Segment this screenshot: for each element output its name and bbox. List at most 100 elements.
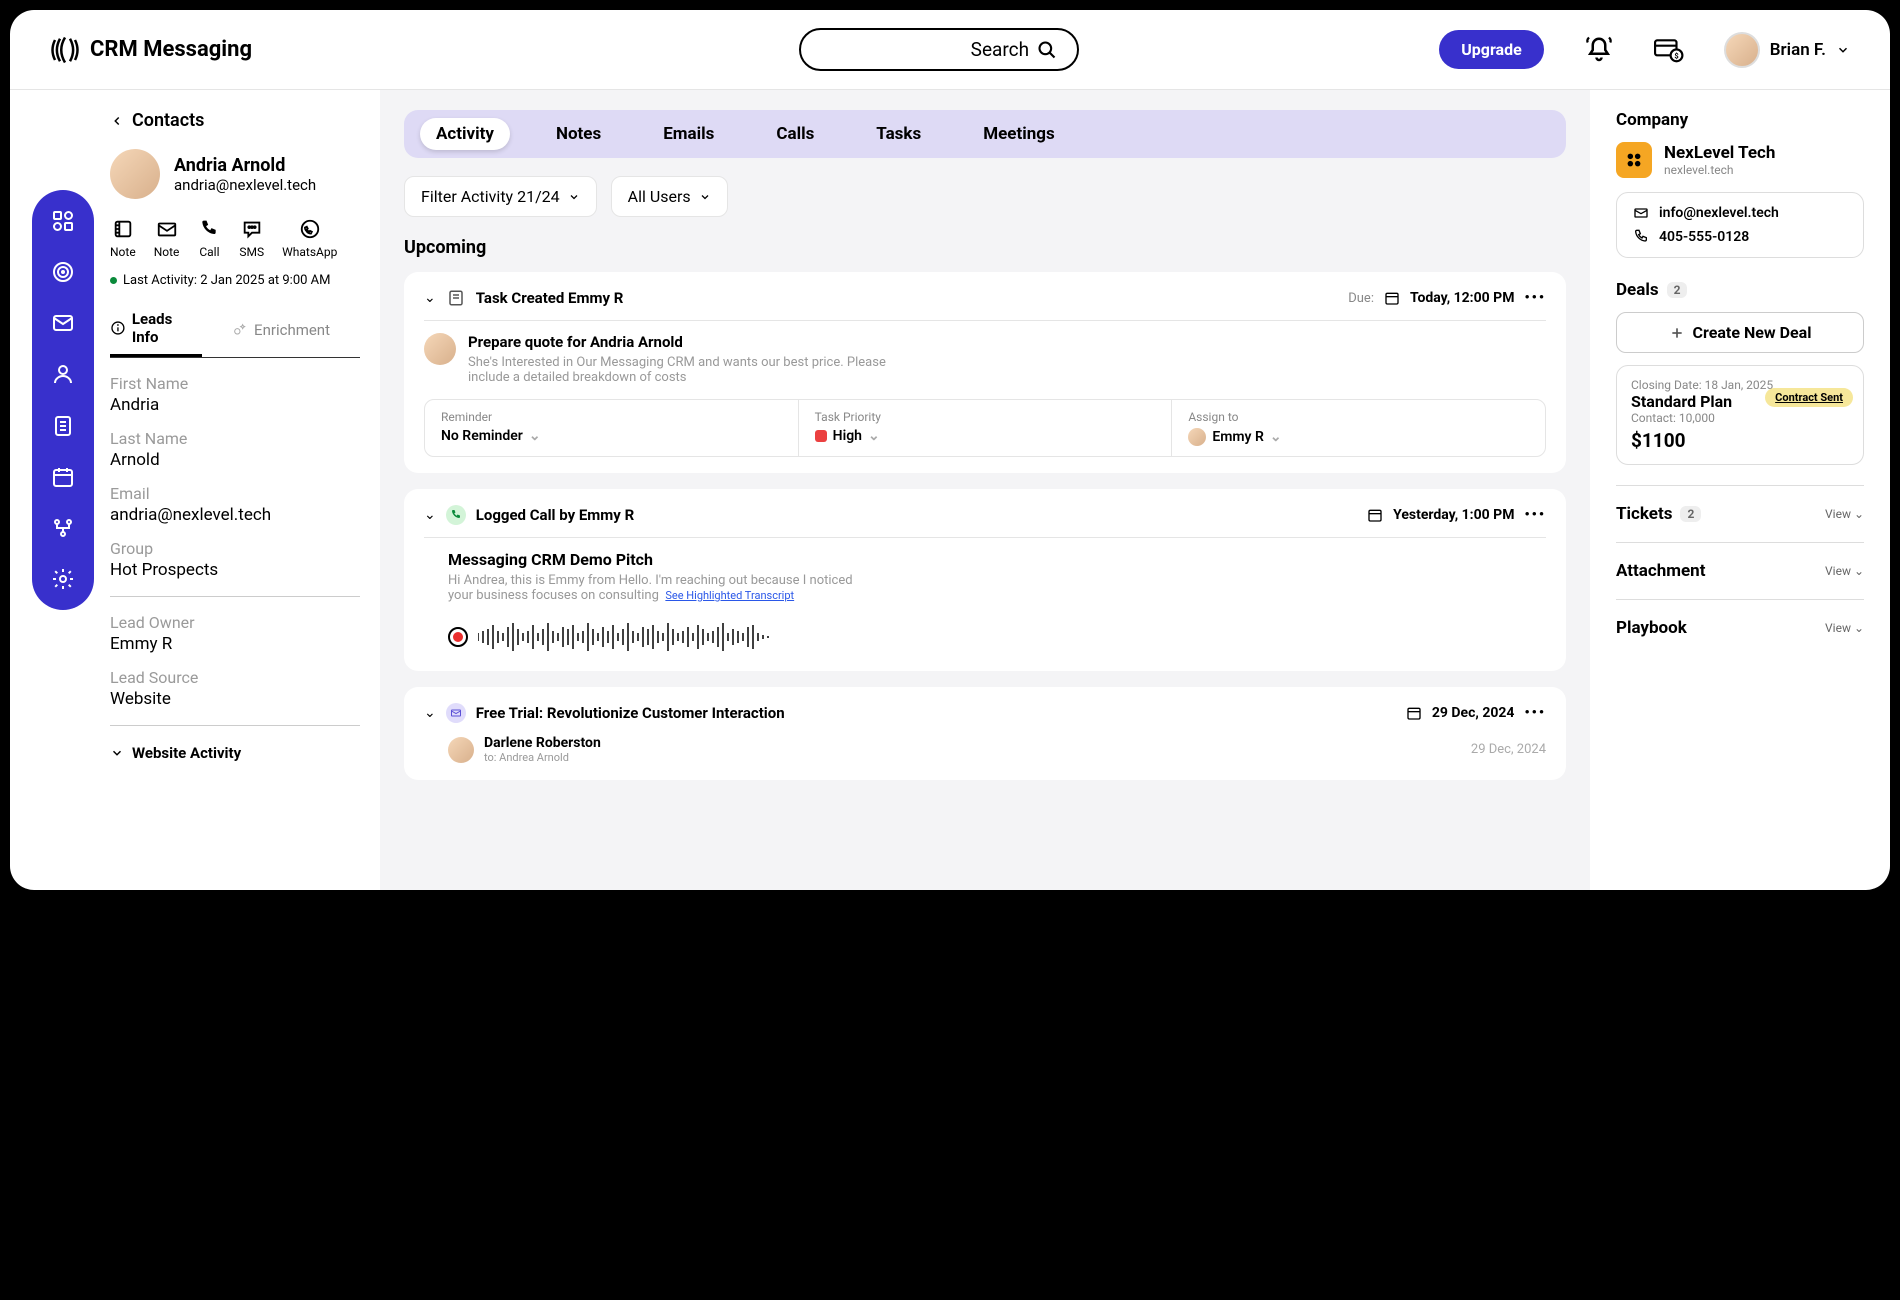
source-value: Website	[110, 689, 360, 709]
company-email: info@nexlevel.tech	[1659, 205, 1779, 221]
playbook-view-link[interactable]: View ⌄	[1825, 621, 1864, 635]
deal-card[interactable]: Closing Date: 18 Jan, 2025 Standard Plan…	[1616, 365, 1864, 465]
waveform-icon	[478, 619, 798, 655]
company-info-box: info@nexlevel.tech 405-555-0128	[1616, 192, 1864, 258]
owner-value: Emmy R	[110, 634, 360, 654]
tab-enrichment[interactable]: Enrichment	[232, 302, 330, 357]
source-label: Lead Source	[110, 668, 360, 687]
company-website: nexlevel.tech	[1664, 163, 1775, 177]
call-card-title: Logged Call by Emmy R	[476, 506, 634, 524]
transcript-link[interactable]: See Highlighted Transcript	[665, 589, 794, 602]
more-icon[interactable]: •••	[1524, 290, 1546, 306]
priority-select[interactable]: Task Priority High ⌄	[799, 400, 1173, 456]
tab-leads-info[interactable]: Leads Info	[110, 302, 202, 357]
action-note[interactable]: Note	[110, 217, 136, 259]
calendar-icon	[1406, 705, 1422, 721]
email-to: to: Andrea Arnold	[484, 751, 601, 764]
filter-activity[interactable]: Filter Activity 21/24	[404, 176, 597, 217]
breadcrumb-label: Contacts	[132, 110, 204, 131]
nav-dashboard-icon[interactable]	[49, 208, 77, 233]
collapse-icon[interactable]: ⌄	[424, 507, 436, 523]
calendar-icon	[1384, 290, 1400, 306]
contact-email: andria@nexlevel.tech	[174, 176, 316, 194]
email-card: ⌄ Free Trial: Revolutionize Customer Int…	[404, 687, 1566, 780]
attachment-view-link[interactable]: View ⌄	[1825, 564, 1864, 578]
collapse-icon[interactable]: ⌄	[424, 705, 436, 721]
tab-notes[interactable]: Notes	[540, 118, 617, 150]
brand-logo: CRM Messaging	[50, 35, 252, 65]
main-content: Activity Notes Emails Calls Tasks Meetin…	[380, 90, 1590, 890]
info-tabs: Leads Info Enrichment	[110, 302, 360, 358]
upgrade-button[interactable]: Upgrade	[1439, 30, 1544, 69]
nav-notes-icon[interactable]	[49, 413, 77, 438]
billing-icon[interactable]: $	[1654, 35, 1684, 65]
search-placeholder: Search	[971, 38, 1029, 61]
tickets-view-link[interactable]: View ⌄	[1825, 507, 1864, 521]
due-label: Due:	[1348, 291, 1374, 306]
group-value: Hot Prospects	[110, 560, 360, 580]
breadcrumb[interactable]: Contacts	[110, 110, 360, 131]
user-name: Brian F.	[1770, 40, 1826, 60]
chevron-down-icon	[568, 191, 580, 203]
call-subject: Messaging CRM Demo Pitch	[448, 550, 1546, 569]
company-label: Company	[1616, 110, 1864, 130]
info-icon	[110, 320, 126, 336]
nav-calendar-icon[interactable]	[49, 464, 77, 489]
deal-status-badge: Contract Sent	[1765, 388, 1853, 407]
email-value: andria@nexlevel.tech	[110, 505, 360, 525]
task-description: She's Interested in Our Messaging CRM an…	[468, 355, 888, 385]
collapse-icon[interactable]: ⌄	[424, 290, 436, 306]
call-date: Yesterday, 1:00 PM	[1393, 507, 1514, 523]
tab-meetings[interactable]: Meetings	[967, 118, 1070, 150]
action-note2[interactable]: Note	[154, 217, 180, 259]
company-logo	[1616, 142, 1652, 178]
sparkle-icon	[232, 322, 248, 338]
company-phone: 405-555-0128	[1659, 229, 1749, 245]
task-due-date: Today, 12:00 PM	[1410, 290, 1514, 306]
contact-name: Andria Arnold	[174, 155, 316, 176]
action-whatsapp[interactable]: WhatsApp	[282, 217, 337, 259]
chevron-down-icon	[110, 746, 124, 760]
group-label: Group	[110, 539, 360, 558]
mail-icon	[1633, 205, 1649, 221]
tab-activity[interactable]: Activity	[420, 118, 510, 150]
nav-target-icon[interactable]	[49, 259, 77, 284]
more-icon[interactable]: •••	[1524, 507, 1546, 523]
search-input[interactable]: Search	[799, 28, 1079, 71]
deals-header: Deals 2	[1616, 280, 1864, 300]
nav-user-icon[interactable]	[49, 362, 77, 387]
nav-workflow-icon[interactable]	[49, 516, 77, 541]
action-call[interactable]: Call	[197, 217, 221, 259]
first-name-value: Andria	[110, 395, 360, 415]
deals-count: 2	[1667, 282, 1688, 298]
user-avatar	[1724, 32, 1760, 68]
mail-icon	[446, 703, 466, 723]
assignee-select[interactable]: Assign to Emmy R ⌄	[1172, 400, 1545, 456]
tab-emails[interactable]: Emails	[647, 118, 730, 150]
main-tabs: Activity Notes Emails Calls Tasks Meetin…	[404, 110, 1566, 158]
brand-name: CRM Messaging	[90, 37, 252, 62]
nav-mail-icon[interactable]	[49, 311, 77, 336]
more-icon[interactable]: •••	[1524, 705, 1546, 721]
nav-rail	[32, 190, 94, 610]
email-sender: Darlene Roberston	[484, 735, 601, 751]
filter-users[interactable]: All Users	[611, 176, 728, 217]
notifications-icon[interactable]	[1584, 35, 1614, 65]
action-sms[interactable]: SMS	[239, 217, 264, 259]
company-name: NexLevel Tech	[1664, 143, 1775, 163]
user-menu[interactable]: Brian F.	[1724, 32, 1850, 68]
tab-tasks[interactable]: Tasks	[860, 118, 937, 150]
sender-avatar	[448, 737, 474, 763]
owner-label: Lead Owner	[110, 613, 360, 632]
email-label: Email	[110, 484, 360, 503]
nav-settings-icon[interactable]	[49, 567, 77, 592]
svg-text:$: $	[1674, 51, 1678, 60]
reminder-select[interactable]: Reminder No Reminder ⌄	[425, 400, 799, 456]
audio-player[interactable]	[448, 619, 1546, 655]
attachment-section: Attachment View ⌄	[1616, 542, 1864, 599]
email-date: 29 Dec, 2024	[1432, 705, 1515, 721]
create-deal-button[interactable]: Create New Deal	[1616, 312, 1864, 353]
search-icon	[1037, 40, 1057, 60]
tab-calls[interactable]: Calls	[760, 118, 830, 150]
website-activity-toggle[interactable]: Website Activity	[110, 744, 360, 762]
